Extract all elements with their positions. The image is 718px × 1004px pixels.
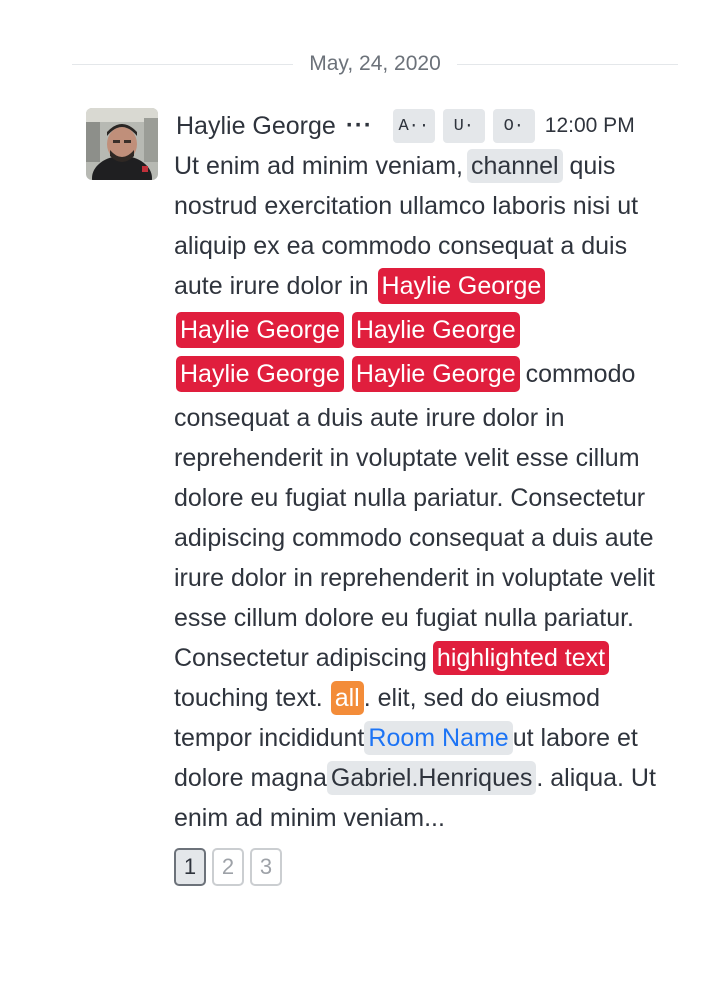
user-mention[interactable]: Haylie George [377, 268, 546, 304]
user-mention[interactable]: Haylie George [176, 312, 344, 348]
user-mention[interactable]: Haylie George [351, 356, 520, 392]
avatar[interactable] [86, 108, 158, 180]
message-time: 12:00 PM [544, 114, 635, 137]
username[interactable]: Haylie George [176, 112, 336, 141]
message-body: Ut enim ad minim veniam, channel quis nos… [174, 146, 674, 838]
page-button-2[interactable]: 2 [212, 848, 244, 886]
body-text-1: Ut enim ad minim veniam, [174, 152, 463, 180]
divider-line-left [72, 63, 294, 65]
highlighted-text: highlighted text [432, 641, 610, 675]
message-content: Haylie George ··· A·· U· O· 12:00 PM Ut … [174, 106, 674, 886]
divider-line-right [456, 63, 678, 65]
page-button-1[interactable]: 1 [174, 848, 206, 886]
user-mention[interactable]: Haylie George [351, 312, 520, 348]
all-mention[interactable]: all [330, 681, 364, 715]
body-text-3: commodo consequat a duis aute irure dolo… [174, 360, 655, 672]
date-label: May, 24, 2020 [309, 52, 441, 75]
role-badge-a: A·· [392, 109, 435, 143]
role-badge-o: O· [492, 109, 535, 143]
user-mention[interactable]: Haylie George [176, 356, 344, 392]
pagination: 1 2 3 [174, 848, 674, 886]
date-divider: May, 24, 2020 [72, 46, 678, 82]
message-header: Haylie George ··· A·· U· O· 12:00 PM [174, 106, 674, 146]
kebab-menu-icon[interactable]: ··· [346, 112, 373, 140]
body-text-4: touching text. [174, 684, 323, 712]
room-link[interactable]: Room Name [364, 721, 513, 755]
user-chip[interactable]: Gabriel.Henriques [326, 761, 537, 795]
page-button-3[interactable]: 3 [250, 848, 282, 886]
avatar-photo [86, 108, 158, 180]
role-badge-u: U· [442, 109, 485, 143]
channel-mention[interactable]: channel [466, 149, 563, 183]
